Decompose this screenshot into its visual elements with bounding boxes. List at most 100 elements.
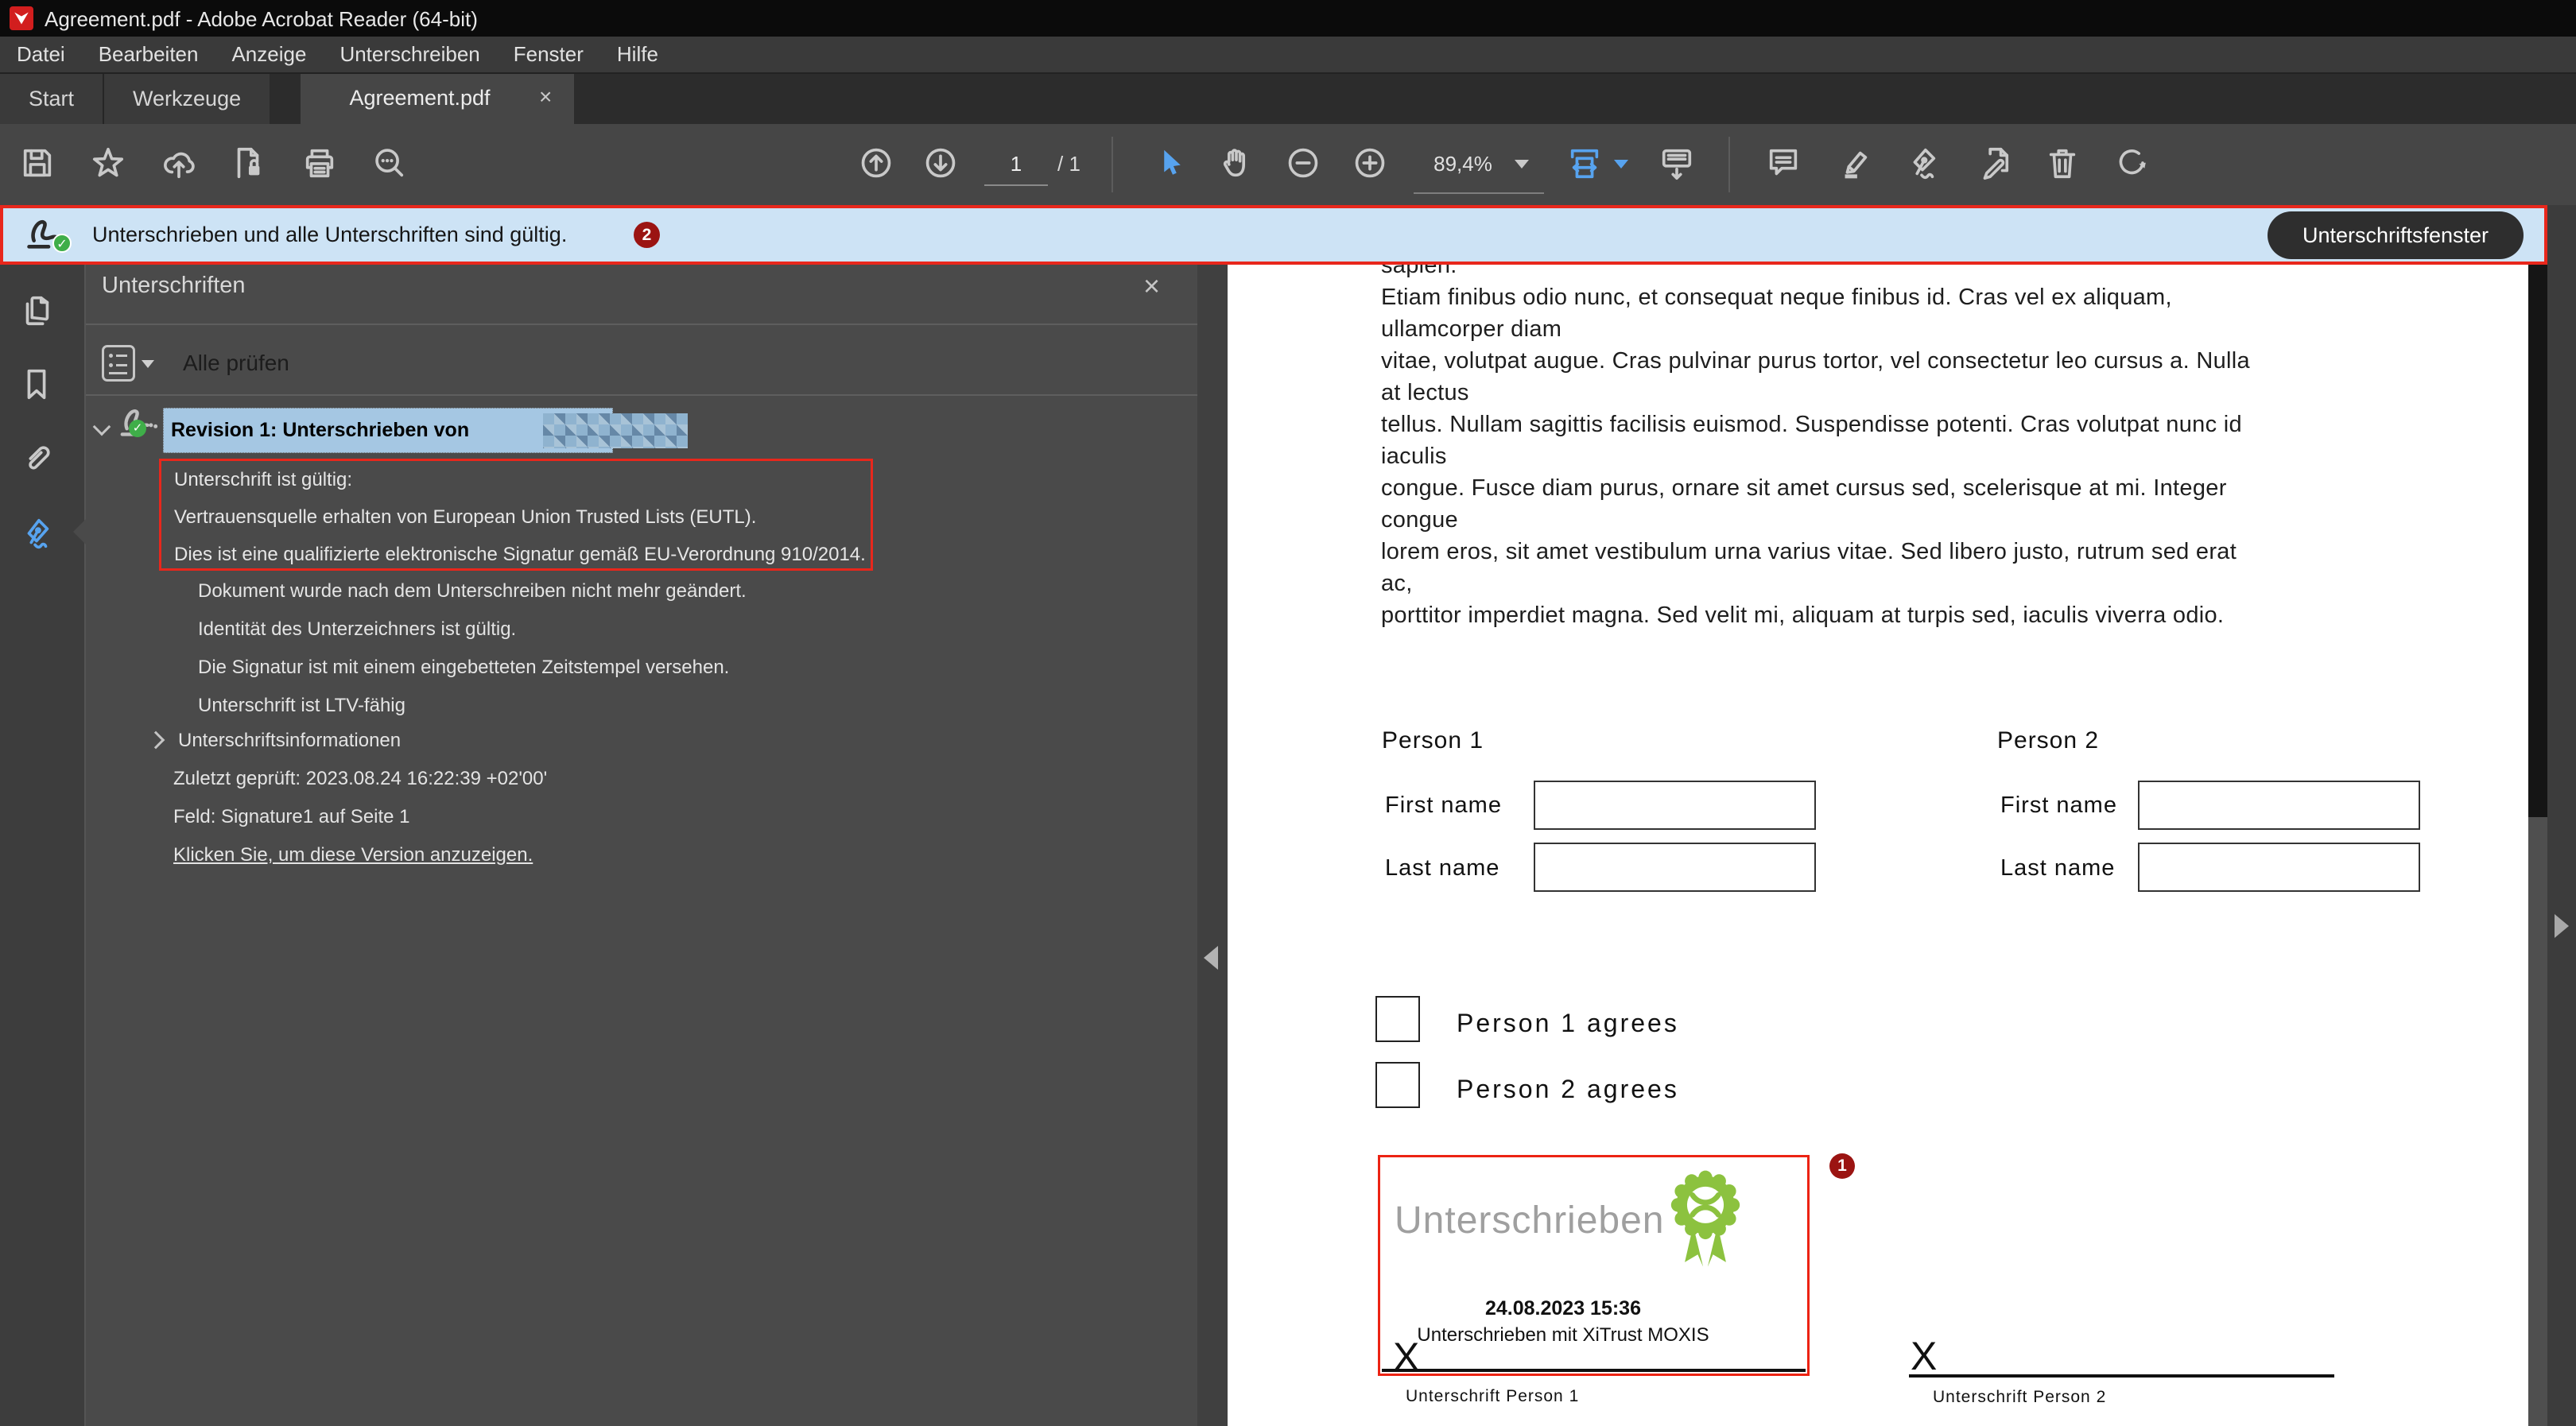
right-tools-rail xyxy=(2547,205,2576,1426)
page-down-icon[interactable] xyxy=(922,145,960,183)
revision-row[interactable]: Revision 1: Unterschrieben von xyxy=(163,408,613,453)
person1-last-name-field[interactable] xyxy=(1534,843,1816,892)
paragraph-line: iaculis xyxy=(1381,440,2399,472)
print-icon[interactable] xyxy=(301,145,339,183)
toolbar-separator xyxy=(1728,137,1730,192)
fit-width-icon[interactable] xyxy=(1566,145,1604,183)
signatures-icon[interactable] xyxy=(18,515,56,553)
select-tool-icon[interactable] xyxy=(1150,145,1189,183)
zoom-level-value[interactable]: 89,4% xyxy=(1415,143,1511,184)
validate-all-button[interactable]: Alle prüfen xyxy=(183,351,289,376)
attachments-icon[interactable] xyxy=(18,440,56,478)
paragraph-line: porttitor imperdiet magna. Sed velit mi,… xyxy=(1381,599,2399,631)
signature1-caption: Unterschrift Person 1 xyxy=(1406,1387,1579,1406)
signature-stamp-field[interactable]: Unterschrieben 24.08.2023 15:36 xyxy=(1378,1155,1810,1376)
signatures-panel: Unterschriften × Alle prüfen ✓ Revi xyxy=(86,265,1197,1426)
page-number-input[interactable]: 1 xyxy=(984,143,1048,186)
toolbar-separator xyxy=(1111,137,1113,192)
zoom-underline xyxy=(1414,192,1544,194)
menu-item[interactable]: Fenster xyxy=(497,37,600,72)
active-panel-notch xyxy=(73,519,86,544)
tab-start[interactable]: Start xyxy=(0,74,103,124)
expand-tools-arrow-icon[interactable] xyxy=(2555,914,2569,938)
main-toolbar: 1 / 1 89,4% xyxy=(0,124,2576,205)
notification-count-badge: 2 xyxy=(634,222,660,248)
revision-label: Revision 1: Unterschrieben von xyxy=(171,419,469,442)
revision-expander-icon[interactable] xyxy=(93,418,111,436)
rotate-pages-icon[interactable] xyxy=(2113,145,2151,183)
paragraph-line: congue xyxy=(1381,504,2399,536)
person2-agrees-checkbox[interactable] xyxy=(1375,1062,1420,1108)
validate-options-icon[interactable] xyxy=(102,345,135,382)
tab-tools[interactable]: Werkzeuge xyxy=(104,74,270,124)
paragraph-line: vitae, volutpat augue. Cras pulvinar pur… xyxy=(1381,345,2399,377)
search-icon[interactable] xyxy=(370,145,409,183)
zoom-out-icon[interactable] xyxy=(1285,145,1323,183)
paragraph-line: lorem eros, sit amet vestibulum urna var… xyxy=(1381,536,2399,568)
stamp-status-word: Unterschrieben xyxy=(1395,1199,1665,1242)
delete-pages-icon[interactable] xyxy=(2044,145,2082,183)
person2-last-name-label: Last name xyxy=(2000,855,2115,882)
acrobat-app-icon xyxy=(10,6,33,30)
tab-close-icon[interactable]: × xyxy=(539,84,552,110)
person2-last-name-field[interactable] xyxy=(2138,843,2420,892)
pdf-page: sapien.Etiam finibus odio nunc, et conse… xyxy=(1228,205,2528,1426)
status-line: Dies ist eine qualifizierte elektronisch… xyxy=(174,536,871,573)
panel-page-gutter xyxy=(1197,265,1228,1426)
validate-options-caret-icon[interactable] xyxy=(142,360,154,368)
person2-first-name-label: First name xyxy=(2000,792,2117,819)
paragraph-line: tellus. Nullam sagittis facilisis euismo… xyxy=(1381,409,2399,440)
status-line: Vertrauensquelle erhalten von European U… xyxy=(174,498,871,536)
person1-heading: Person 1 xyxy=(1382,727,1484,754)
collapse-panel-arrow-icon[interactable] xyxy=(1204,946,1218,970)
person2-first-name-field[interactable] xyxy=(2138,781,2420,830)
vertical-scrollbar[interactable] xyxy=(2528,205,2547,1426)
tab-document[interactable]: Agreement.pdf × xyxy=(301,74,574,124)
signature-notification-bar: ✓ Unterschrieben und alle Unterschriften… xyxy=(0,205,2547,265)
person2-agrees-label: Person 2 agrees xyxy=(1457,1075,1679,1104)
comment-icon[interactable] xyxy=(1765,145,1803,183)
info-expander-icon[interactable] xyxy=(147,731,165,750)
page-thumbnails-icon[interactable] xyxy=(18,292,56,330)
menu-item[interactable]: Bearbeiten xyxy=(82,37,215,72)
paragraph-line: at lectus xyxy=(1381,377,2399,409)
tab-document-label: Agreement.pdf xyxy=(301,86,539,110)
page-display-icon[interactable] xyxy=(1658,145,1697,183)
menu-item[interactable]: Anzeige xyxy=(215,37,323,72)
signature-panel-button[interactable]: Unterschriftsfenster xyxy=(2268,211,2524,259)
cloud-upload-icon[interactable] xyxy=(161,145,199,183)
detail-item: Dokument wurde nach dem Unterschreiben n… xyxy=(198,572,747,610)
menu-item[interactable]: Datei xyxy=(0,37,82,72)
paragraph-line: congue. Fusce diam purus, ornare sit ame… xyxy=(1381,472,2399,504)
zoom-in-icon[interactable] xyxy=(1352,145,1390,183)
highlight-icon[interactable] xyxy=(1837,145,1875,183)
title-bar: Agreement.pdf - Adobe Acrobat Reader (64… xyxy=(0,0,2576,37)
star-icon[interactable] xyxy=(90,145,128,183)
file-protect-icon[interactable] xyxy=(230,145,268,183)
fill-sign-icon[interactable] xyxy=(1975,145,2013,183)
stamp-date: 24.08.2023 15:36 xyxy=(1420,1297,1706,1320)
panel-close-icon[interactable]: × xyxy=(1143,269,1160,303)
menu-item[interactable]: Unterschreiben xyxy=(323,37,496,72)
person1-agrees-checkbox[interactable] xyxy=(1375,996,1420,1042)
menu-item[interactable]: Hilfe xyxy=(600,37,675,72)
zoom-caret-icon[interactable] xyxy=(1515,160,1529,169)
person1-first-name-field[interactable] xyxy=(1534,781,1816,830)
save-icon[interactable] xyxy=(19,145,57,183)
paragraph-line: ac, xyxy=(1381,568,2399,599)
signature-info-group[interactable]: Unterschriftsinformationen xyxy=(178,730,401,752)
person1-first-name-label: First name xyxy=(1385,792,1502,819)
bookmarks-icon[interactable] xyxy=(18,366,56,404)
page-up-icon[interactable] xyxy=(858,145,896,183)
signature-valid-banner-icon: ✓ xyxy=(24,216,68,257)
sign-icon[interactable] xyxy=(1903,145,1942,183)
tab-segment: Start Werkzeuge xyxy=(0,74,270,124)
signature2-line[interactable] xyxy=(1909,1374,2334,1378)
scrollbar-thumb[interactable] xyxy=(2528,265,2547,817)
acrobat-window: Agreement.pdf - Adobe Acrobat Reader (64… xyxy=(0,0,2576,1426)
page-total-label: / 1 xyxy=(1057,143,1080,184)
panel-divider xyxy=(86,394,1197,396)
fit-width-caret-icon[interactable] xyxy=(1614,160,1628,169)
hand-tool-icon[interactable] xyxy=(1218,145,1256,183)
view-version-link[interactable]: Klicken Sie, um diese Version anzuzeigen… xyxy=(173,844,533,866)
